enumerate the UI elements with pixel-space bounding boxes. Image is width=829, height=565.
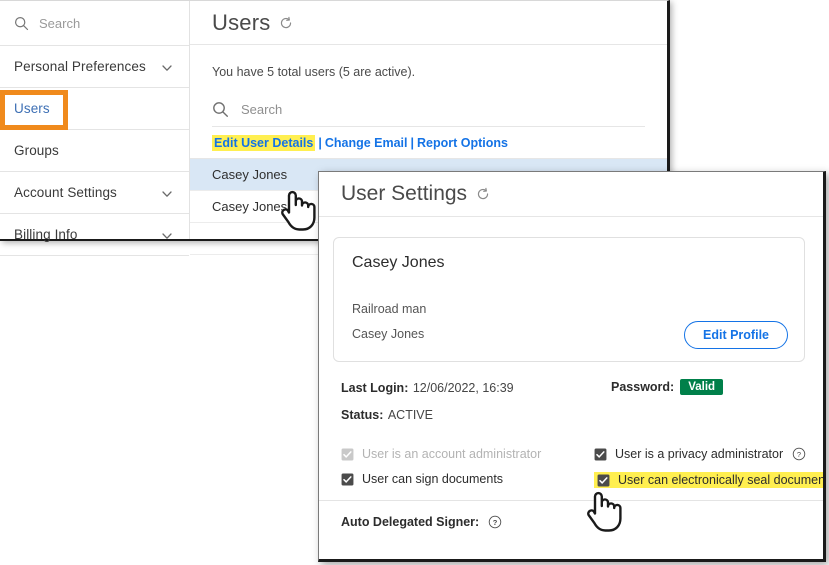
chevron-down-icon [161,61,173,73]
checkbox-electronically-seal-documents[interactable]: User can electronically seal documents [594,472,826,488]
change-email-link[interactable]: Change Email [325,136,408,150]
report-options-link[interactable]: Report Options [417,136,508,150]
search-icon [14,16,29,31]
status-badge: Valid [680,379,723,395]
refresh-icon[interactable] [476,187,490,201]
users-header: Users [190,1,667,45]
checkbox-checked-icon[interactable] [341,473,354,486]
checkbox-label: User can electronically seal documents [618,473,826,487]
last-login-row: Last Login: 12/06/2022, 16:39 [341,379,514,397]
svg-text:?: ? [797,450,801,459]
user-action-links: Edit User Details|Change Email|Report Op… [190,127,667,159]
users-search-input[interactable] [241,102,441,117]
users-search-row[interactable] [212,93,645,127]
user-row-name: Casey Jones [212,167,287,182]
sidebar-search-row[interactable] [0,1,189,46]
last-login-value: 12/06/2022, 16:39 [413,381,514,395]
profile-role: Railroad man [352,302,426,316]
chevron-down-icon [161,229,173,241]
sidebar: Personal Preferences Users Groups Accoun… [0,1,190,239]
sidebar-item-personal-preferences[interactable]: Personal Preferences [0,46,189,88]
edit-user-details-link[interactable]: Edit User Details [212,135,315,151]
sidebar-search-input[interactable] [39,16,159,31]
checkbox-label: User is a privacy administrator [615,447,783,461]
checkbox-account-administrator: User is an account administrator [341,447,541,461]
checkbox-checked-disabled-icon [341,448,354,461]
sidebar-item-label: Groups [14,143,59,158]
sidebar-item-label: Users [14,101,50,116]
screenshot-root: Personal Preferences Users Groups Accoun… [0,0,829,565]
user-settings-window: User Settings Casey Jones Railroad man C… [318,171,826,562]
refresh-icon[interactable] [279,16,293,30]
help-icon[interactable]: ? [792,447,806,461]
password-row: Password: Valid [611,379,723,395]
link-separator: | [315,136,325,150]
checkbox-label: User is an account administrator [362,447,541,461]
sidebar-item-billing-info[interactable]: Billing Info [0,214,189,256]
profile-card: Casey Jones Railroad man Casey Jones Edi… [333,237,805,362]
checkbox-checked-icon[interactable] [597,474,610,487]
profile-subtitle: Casey Jones [352,327,424,341]
sidebar-item-groups[interactable]: Groups [0,130,189,172]
sidebar-item-label: Billing Info [14,227,78,242]
user-row-name: Casey Jones [212,199,287,214]
sidebar-item-account-settings[interactable]: Account Settings [0,172,189,214]
password-label: Password: [611,380,674,394]
user-settings-header: User Settings [319,172,823,217]
page-title: Users [212,10,270,36]
sidebar-item-label: Personal Preferences [14,59,146,74]
search-icon [212,101,229,118]
checkbox-label: User can sign documents [362,472,503,486]
user-meta-block: Last Login: 12/06/2022, 16:39 Password: … [341,379,823,431]
seal-highlight-wrapper: User can electronically seal documents [594,472,826,488]
status-value: ACTIVE [388,408,433,422]
svg-text:?: ? [493,518,498,527]
sidebar-item-label: Account Settings [14,185,117,200]
edit-profile-button[interactable]: Edit Profile [684,321,788,349]
link-separator: | [408,136,418,150]
status-row: Status: ACTIVE [341,406,433,424]
profile-name: Casey Jones [352,254,786,272]
chevron-down-icon [161,187,173,199]
sidebar-item-users[interactable]: Users [0,88,189,130]
checkbox-privacy-administrator[interactable]: User is a privacy administrator ? [594,447,806,461]
help-icon[interactable]: ? [488,515,502,529]
auto-delegated-signer-row: Auto Delegated Signer: ? [341,515,823,529]
checkbox-can-sign-documents[interactable]: User can sign documents [341,472,503,486]
auto-delegated-signer-label: Auto Delegated Signer: [341,515,479,529]
permissions-block: User is an account administrator User ca… [319,439,823,501]
page-title: User Settings [341,182,467,206]
users-count-text: You have 5 total users (5 are active). [190,45,667,79]
checkbox-checked-icon[interactable] [594,448,607,461]
status-label: Status: [341,408,383,422]
last-login-label: Last Login: [341,381,408,395]
